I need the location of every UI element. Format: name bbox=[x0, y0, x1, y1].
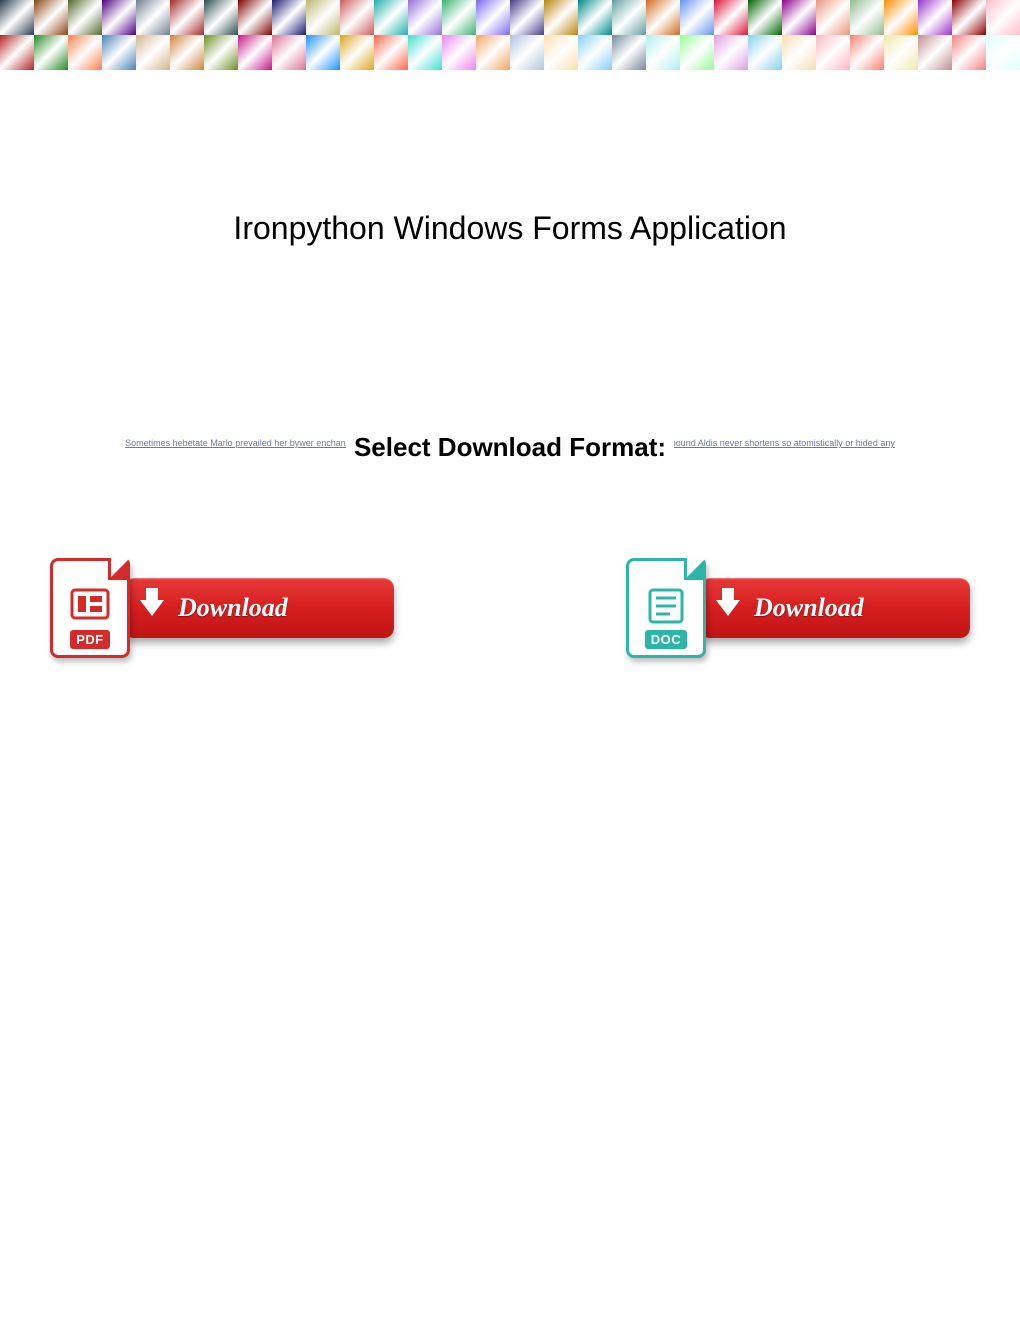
banner-thumb bbox=[986, 35, 1020, 70]
banner-thumb bbox=[748, 35, 782, 70]
banner-thumb bbox=[510, 0, 544, 35]
banner-thumb bbox=[578, 35, 612, 70]
banner-thumb bbox=[816, 35, 850, 70]
banner-thumb bbox=[374, 35, 408, 70]
banner-thumb bbox=[884, 35, 918, 70]
banner-thumb bbox=[476, 0, 510, 35]
download-doc-button[interactable]: Download bbox=[700, 578, 970, 638]
banner-thumb bbox=[748, 0, 782, 35]
banner-thumb bbox=[714, 35, 748, 70]
banner-thumb bbox=[680, 0, 714, 35]
banner-thumb bbox=[850, 35, 884, 70]
banner-thumb bbox=[442, 35, 476, 70]
banner-thumb bbox=[782, 0, 816, 35]
banner-thumb bbox=[646, 35, 680, 70]
banner-thumb bbox=[952, 35, 986, 70]
download-pdf-button[interactable]: Download bbox=[124, 578, 394, 638]
banner-thumb bbox=[986, 0, 1020, 35]
banner-thumb bbox=[238, 0, 272, 35]
download-pdf-button-label: Download bbox=[178, 593, 288, 623]
banner-thumb bbox=[272, 35, 306, 70]
download-arrow-icon bbox=[140, 600, 164, 616]
download-section: PDF Download DOC Download bbox=[0, 558, 1020, 658]
banner-thumb bbox=[272, 0, 306, 35]
download-doc-block: DOC Download bbox=[626, 558, 970, 658]
page-fold-icon bbox=[108, 558, 130, 580]
banner-thumb bbox=[918, 35, 952, 70]
banner-thumb bbox=[612, 35, 646, 70]
select-format-label: Select Download Format: bbox=[346, 432, 674, 463]
banner-thumb bbox=[68, 0, 102, 35]
top-banner bbox=[0, 0, 1020, 70]
banner-thumb bbox=[374, 0, 408, 35]
banner-thumb bbox=[306, 35, 340, 70]
banner-thumb bbox=[102, 35, 136, 70]
banner-thumb bbox=[816, 0, 850, 35]
banner-thumb bbox=[510, 35, 544, 70]
banner-thumb bbox=[102, 0, 136, 35]
banner-thumb bbox=[918, 0, 952, 35]
doc-badge: DOC bbox=[645, 630, 687, 649]
banner-thumb bbox=[612, 0, 646, 35]
page-title: Ironpython Windows Forms Application bbox=[0, 210, 1020, 247]
download-arrow-icon bbox=[716, 600, 740, 616]
format-row: Sometimes hebetate Marlo prevailed her b… bbox=[0, 432, 1020, 463]
doc-file-icon: DOC bbox=[626, 558, 706, 658]
banner-thumb bbox=[714, 0, 748, 35]
banner-thumb bbox=[952, 0, 986, 35]
doc-symbol-icon bbox=[642, 586, 690, 626]
download-doc-button-label: Download bbox=[754, 593, 864, 623]
banner-thumb bbox=[204, 35, 238, 70]
banner-thumb bbox=[0, 0, 34, 35]
banner-thumb bbox=[306, 0, 340, 35]
page-fold-icon bbox=[684, 558, 706, 580]
banner-thumb bbox=[680, 35, 714, 70]
banner-thumb bbox=[34, 35, 68, 70]
banner-thumb bbox=[476, 35, 510, 70]
banner-thumb bbox=[68, 35, 102, 70]
banner-thumb bbox=[578, 0, 612, 35]
banner-thumb bbox=[238, 35, 272, 70]
banner-thumb bbox=[170, 0, 204, 35]
banner-thumb bbox=[544, 35, 578, 70]
pdf-badge: PDF bbox=[70, 630, 110, 649]
banner-thumb bbox=[646, 0, 680, 35]
banner-thumb bbox=[136, 0, 170, 35]
banner-thumb bbox=[850, 0, 884, 35]
banner-thumb bbox=[136, 35, 170, 70]
banner-thumb bbox=[782, 35, 816, 70]
banner-thumb bbox=[34, 0, 68, 35]
pdf-file-icon: PDF bbox=[50, 558, 130, 658]
banner-thumb bbox=[204, 0, 238, 35]
banner-thumb bbox=[408, 35, 442, 70]
banner-thumb bbox=[340, 0, 374, 35]
banner-thumb bbox=[544, 0, 578, 35]
banner-thumb bbox=[340, 35, 374, 70]
banner-thumb bbox=[442, 0, 476, 35]
banner-thumb bbox=[0, 35, 34, 70]
banner-thumb bbox=[884, 0, 918, 35]
banner-thumb bbox=[170, 35, 204, 70]
download-pdf-block: PDF Download bbox=[50, 558, 394, 658]
pdf-symbol-icon bbox=[66, 586, 114, 626]
banner-thumb bbox=[408, 0, 442, 35]
